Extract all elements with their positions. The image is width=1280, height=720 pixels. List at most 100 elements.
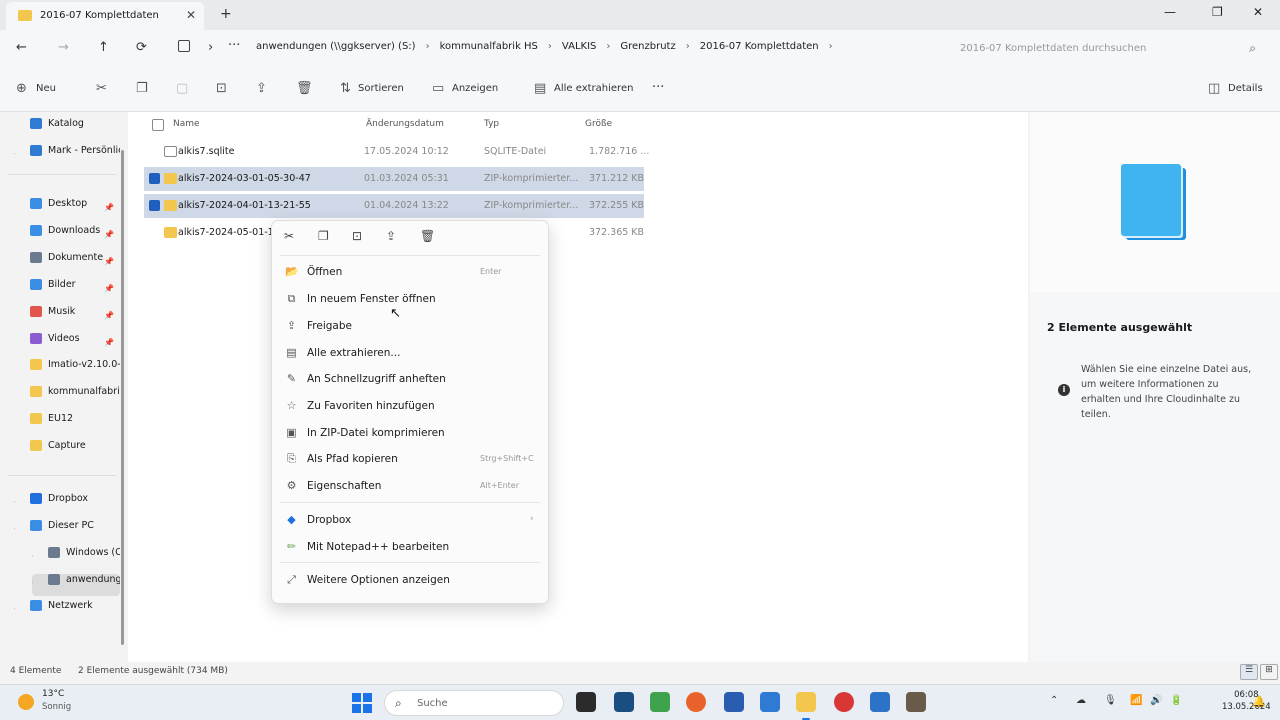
sidebar-item[interactable]: Capture (14, 440, 120, 462)
menu-item-copy-path[interactable]: ⎘ Als Pfad kopieren Strg+Shift+C (272, 446, 548, 472)
breadcrumb-item[interactable]: 2016-07 Komplettdaten (700, 41, 819, 52)
file-explorer-app-icon[interactable] (796, 692, 816, 720)
up-button[interactable]: ↑ (98, 40, 109, 55)
row-checkbox[interactable] (149, 200, 160, 211)
app-icon[interactable] (614, 692, 634, 712)
expand-chevron-icon[interactable]: › (14, 149, 15, 158)
close-window-button[interactable]: ✕ (1253, 5, 1263, 19)
share-icon[interactable]: ⇪ (386, 229, 396, 243)
wifi-icon[interactable]: 📶 (1130, 695, 1142, 706)
sort-button[interactable]: Sortieren (358, 83, 404, 94)
minimize-button[interactable]: — (1164, 5, 1176, 19)
view-button[interactable]: Anzeigen (452, 83, 498, 94)
new-button[interactable]: Neu (36, 83, 56, 94)
column-header-name[interactable]: Name (173, 119, 200, 129)
menu-item-pin-quick-access[interactable]: ✎ An Schnellzugriff anheften (272, 366, 548, 392)
menu-item-edit-notepad[interactable]: ✏ Mit Notepad++ bearbeiten (272, 534, 548, 560)
weather-temp[interactable]: 13°C (42, 689, 64, 699)
app-icon[interactable] (724, 692, 744, 712)
nav-scrollbar[interactable] (121, 150, 124, 645)
expand-chevron-icon[interactable]: › (32, 578, 33, 587)
sidebar-item[interactable]: Downloads 📌 (14, 225, 120, 247)
details-view-button[interactable]: ☰ (1240, 664, 1258, 680)
menu-item-extract-all[interactable]: ▤ Alle extrahieren... (272, 340, 548, 366)
menu-item-compress-zip[interactable]: ▣ In ZIP-Datei komprimieren (272, 420, 548, 446)
file-row[interactable]: alkis7-2024-04-01-13-21-55 01.04.2024 13:… (144, 194, 644, 218)
cut-icon[interactable]: ✂ (96, 81, 107, 96)
more-locations-button[interactable]: ··· (228, 38, 240, 53)
file-row[interactable]: alkis7.sqlite 17.05.2024 10:12 SQLITE-Date… (144, 140, 649, 164)
refresh-button[interactable]: ⟳ (136, 40, 147, 55)
tab-active[interactable]: 2016-07 Komplettdaten ✕ (6, 2, 204, 30)
vscode-app-icon[interactable] (870, 692, 890, 712)
copy-icon[interactable]: ❐ (136, 81, 148, 96)
app-icon[interactable] (906, 692, 926, 712)
app-icon[interactable] (760, 692, 780, 712)
breadcrumb-item[interactable]: VALKIS (562, 41, 596, 52)
tab-close-icon[interactable]: ✕ (186, 8, 196, 22)
sidebar-item[interactable]: Windows (C:) › (32, 547, 120, 569)
menu-item-share[interactable]: ⇪ Freigabe (272, 313, 548, 339)
menu-item-add-favorites[interactable]: ☆ Zu Favoriten hinzufügen (272, 393, 548, 419)
copy-icon[interactable]: ❐ (318, 229, 329, 243)
monitor-icon[interactable] (178, 40, 190, 52)
sidebar-item[interactable]: kommunalfabrik (14, 386, 120, 408)
app-icon[interactable] (834, 692, 854, 712)
sidebar-item[interactable]: Dokumente 📌 (14, 252, 120, 274)
column-header-type[interactable]: Typ (484, 119, 499, 129)
file-row[interactable]: alkis7-2024-03-01-05-30-47 01.03.2024 05:… (144, 167, 644, 191)
sidebar-item[interactable]: Katalog (14, 118, 120, 140)
battery-icon[interactable]: 🔋 (1170, 695, 1182, 706)
search-input[interactable]: 2016-07 Komplettdaten durchsuchen (960, 43, 1146, 54)
start-button[interactable] (352, 693, 372, 713)
terminal-app-icon[interactable] (576, 692, 596, 712)
delete-icon[interactable]: 🗑 (420, 229, 435, 243)
menu-item-more-options[interactable]: ⤢ Weitere Optionen anzeigen (272, 567, 548, 593)
delete-icon[interactable]: 🗑 (296, 81, 313, 96)
menu-item-open[interactable]: 📂 Öffnen Enter (272, 259, 548, 285)
paste-icon[interactable]: ▢ (176, 81, 188, 96)
cut-icon[interactable]: ✂ (284, 229, 294, 243)
app-icon[interactable] (650, 692, 670, 712)
extract-all-button[interactable]: Alle extrahieren (554, 83, 633, 94)
volume-icon[interactable]: 🔊 (1150, 695, 1162, 706)
weather-sun-icon[interactable] (18, 694, 34, 710)
menu-item-open-new-window[interactable]: ⧉ In neuem Fenster öffnen (272, 286, 548, 312)
expand-chevron-icon[interactable]: › (14, 524, 15, 533)
microphone-icon[interactable]: 🎙 (1104, 695, 1117, 706)
select-all-checkbox[interactable] (152, 119, 164, 131)
sidebar-item[interactable]: Videos 📌 (14, 333, 120, 355)
row-checkbox[interactable] (149, 173, 160, 184)
sidebar-item[interactable]: Imatio-v2.10.0-v (14, 359, 120, 381)
breadcrumb-item[interactable]: kommunalfabrik HS (440, 41, 538, 52)
firefox-app-icon[interactable] (686, 692, 706, 712)
sidebar-item[interactable]: Dieser PC › (14, 520, 120, 542)
column-header-size[interactable]: Größe (585, 119, 612, 129)
sidebar-item[interactable]: Bilder 📌 (14, 279, 120, 301)
sidebar-item[interactable]: anwendungen › (32, 574, 120, 596)
breadcrumb-item[interactable]: anwendungen (\\ggkserver) (S:) (256, 41, 416, 52)
expand-chevron-icon[interactable]: › (14, 497, 15, 506)
new-tab-button[interactable]: + (220, 6, 232, 22)
expand-chevron-icon[interactable]: › (32, 551, 33, 560)
more-options-button[interactable]: ··· (652, 80, 664, 95)
cloud-icon[interactable]: ☁ (1076, 695, 1086, 706)
sidebar-item[interactable]: Dropbox › (14, 493, 120, 515)
details-button[interactable]: Details (1228, 83, 1263, 94)
sidebar-item[interactable]: Desktop 📌 (14, 198, 120, 220)
notification-bell-icon[interactable]: 🔔 (1252, 695, 1266, 708)
maximize-button[interactable]: ❐ (1212, 5, 1223, 19)
rename-icon[interactable]: ⊡ (216, 81, 227, 96)
sidebar-item[interactable]: Netzwerk › (14, 600, 120, 622)
sidebar-item[interactable]: Mark - Persönlich › (14, 145, 120, 167)
column-header-date[interactable]: Änderungsdatum (366, 119, 444, 129)
rename-icon[interactable]: ⊡ (352, 229, 362, 243)
expand-chevron-icon[interactable]: › (14, 604, 15, 613)
sidebar-item[interactable]: Musik 📌 (14, 306, 120, 328)
share-icon[interactable]: ⇪ (256, 81, 267, 96)
weather-condition[interactable]: Sonnig (42, 702, 71, 712)
taskbar-search[interactable]: ⌕ Suche (384, 690, 564, 716)
menu-item-dropbox[interactable]: ◆ Dropbox › (272, 507, 548, 533)
forward-button[interactable]: → (58, 40, 69, 55)
menu-item-properties[interactable]: ⚙ Eigenschaften Alt+Enter (272, 473, 548, 499)
